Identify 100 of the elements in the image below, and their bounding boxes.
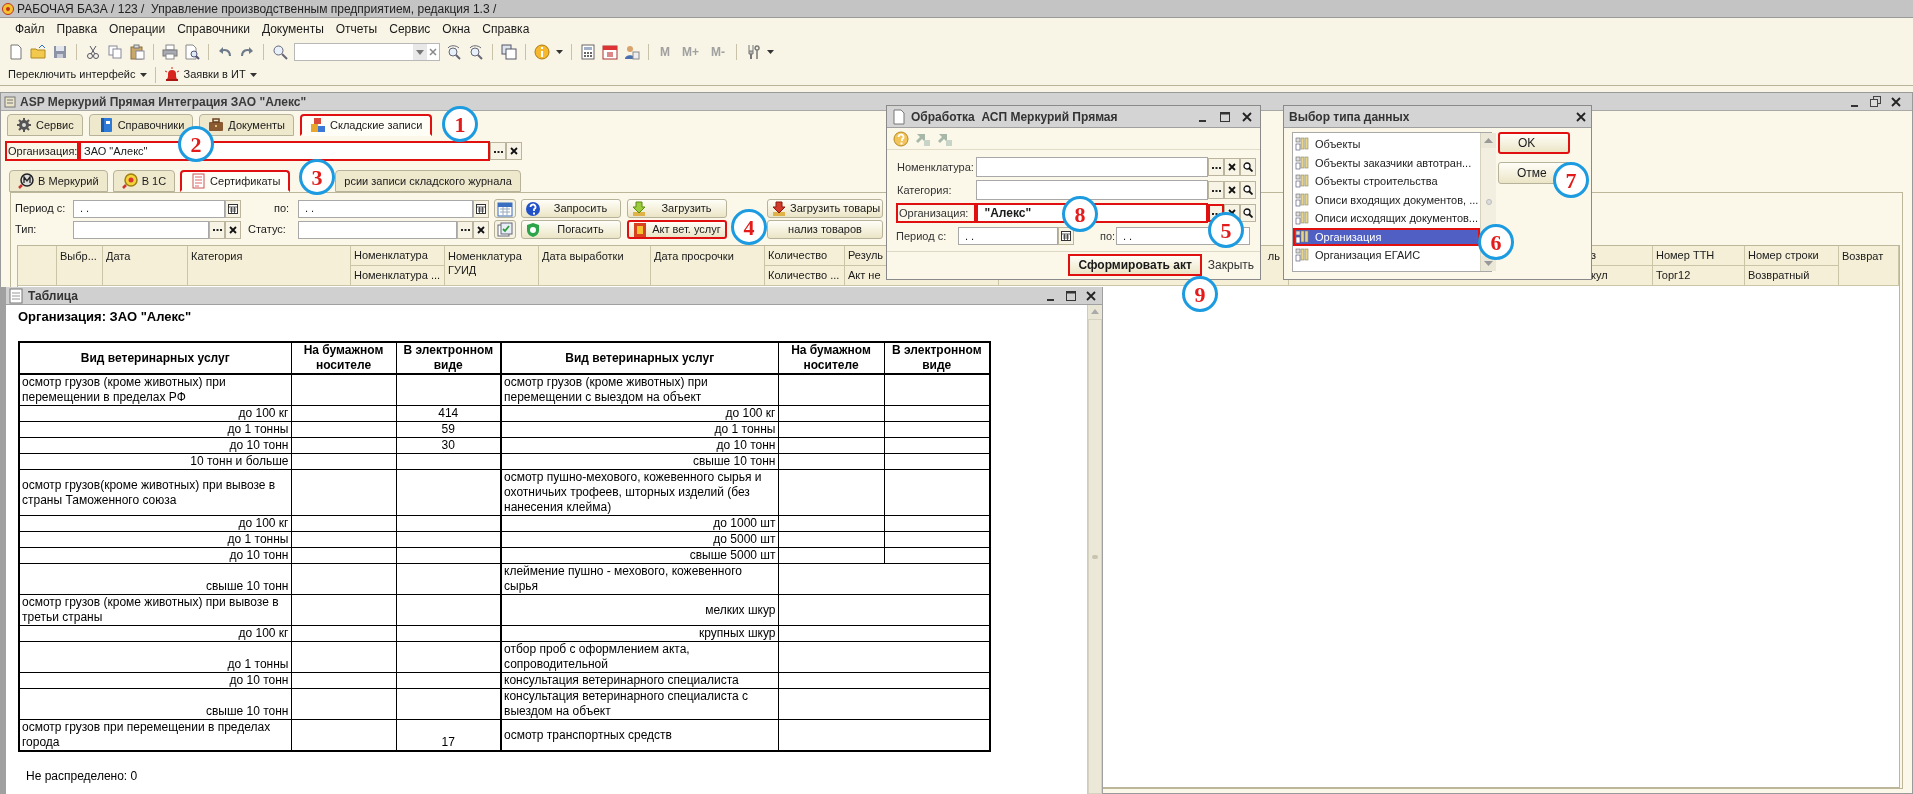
- column-header[interactable]: Количество: [765, 246, 845, 266]
- restore-icon[interactable]: [1870, 96, 1881, 107]
- caret-icon[interactable]: [767, 50, 774, 54]
- menu-item[interactable]: Окна: [441, 20, 472, 38]
- toolbar-button[interactable]: Погасить: [521, 220, 621, 239]
- calendar-icon[interactable]: [602, 44, 618, 60]
- menu-item[interactable]: Отчеты: [334, 20, 379, 38]
- column-header[interactable]: Возвратный: [1745, 266, 1839, 286]
- open-folder-icon[interactable]: [30, 44, 46, 60]
- menu-item[interactable]: Файл: [14, 20, 46, 38]
- column-header[interactable]: Дата: [103, 246, 188, 286]
- column-header[interactable]: Категория: [188, 246, 351, 286]
- list-item[interactable]: Объекты строительства: [1293, 172, 1481, 191]
- choose-button[interactable]: [457, 220, 473, 239]
- column-header[interactable]: Выбр...: [57, 246, 103, 286]
- dialog-button[interactable]: OK: [1498, 132, 1570, 154]
- tab[interactable]: Сервис: [7, 114, 83, 136]
- list-item[interactable]: Организация ЕГАИС: [1293, 246, 1481, 265]
- dropdown-icon[interactable]: [413, 44, 427, 60]
- list-item[interactable]: Описи исходящих документов...: [1293, 209, 1481, 228]
- info-icon[interactable]: [534, 44, 550, 60]
- list-item[interactable]: Объекты заказчики автотран...: [1293, 153, 1481, 172]
- find-previous-icon[interactable]: [468, 44, 484, 60]
- input-field[interactable]: [976, 157, 1208, 177]
- column-header[interactable]: Торг12: [1653, 266, 1745, 286]
- close-icon[interactable]: [1576, 111, 1586, 122]
- date-field[interactable]: . .: [73, 199, 225, 218]
- search-button[interactable]: [1240, 158, 1256, 176]
- choose-button[interactable]: [1208, 181, 1224, 199]
- tab[interactable]: В 1С: [112, 170, 176, 192]
- column-header[interactable]: Дата выработки: [539, 246, 651, 286]
- calendar-button[interactable]: [1058, 227, 1074, 245]
- scroll-down-icon[interactable]: [1481, 256, 1497, 271]
- find-next-icon[interactable]: [446, 44, 462, 60]
- dialog-button[interactable]: Сформировать акт: [1068, 253, 1202, 276]
- date-field[interactable]: . .: [298, 199, 473, 218]
- toolbar-button[interactable]: Акт вет. услуг: [627, 220, 727, 239]
- tab[interactable]: Сертификаты: [180, 170, 291, 192]
- menu-item[interactable]: Операции: [108, 20, 167, 38]
- search-icon[interactable]: [272, 44, 288, 60]
- calendar-button[interactable]: [225, 199, 241, 218]
- choose-button[interactable]: [1208, 158, 1224, 176]
- dialog-button[interactable]: Закрыть: [1205, 253, 1256, 276]
- user-icon[interactable]: [624, 44, 640, 60]
- column-header[interactable]: Количество ...: [765, 266, 845, 286]
- toolbar-button[interactable]: Загрузить: [627, 199, 727, 218]
- clear-button[interactable]: [1224, 158, 1240, 176]
- checklist-button[interactable]: [494, 220, 516, 239]
- tools-icon[interactable]: [745, 44, 761, 60]
- column-header[interactable]: Номер строки: [1745, 246, 1839, 266]
- paste-icon[interactable]: [129, 44, 145, 60]
- new-document-icon[interactable]: [8, 44, 24, 60]
- column-header[interactable]: Номенклатура ГУИД: [445, 246, 539, 286]
- clear-button[interactable]: [1224, 181, 1240, 199]
- menu-item[interactable]: Правка: [55, 20, 99, 38]
- menu-item[interactable]: Справочники: [176, 20, 251, 38]
- search-button[interactable]: [1240, 204, 1256, 222]
- list-item[interactable]: Объекты: [1293, 135, 1481, 154]
- save-icon[interactable]: [52, 44, 68, 60]
- caret-icon[interactable]: [139, 72, 147, 77]
- close-icon[interactable]: [1242, 111, 1252, 122]
- column-header[interactable]: Номенклатура ...: [351, 266, 445, 286]
- choose-button[interactable]: [490, 142, 506, 160]
- menu-button[interactable]: Заявки в ИТ: [163, 66, 257, 83]
- input-field[interactable]: [976, 180, 1208, 200]
- column-header[interactable]: Дата просрочки: [651, 246, 765, 286]
- input-field[interactable]: [298, 220, 457, 239]
- clear-button[interactable]: [225, 220, 241, 239]
- scroll-up-icon[interactable]: [1481, 133, 1497, 148]
- tab[interactable]: Справочники: [88, 114, 194, 136]
- clear-icon[interactable]: [427, 46, 439, 58]
- column-header[interactable]: Возврат: [1839, 246, 1899, 286]
- list-item[interactable]: Описи входящих документов, ...: [1293, 190, 1481, 209]
- toolbar-button[interactable]: Запросить: [521, 199, 621, 218]
- menu-item[interactable]: Сервис: [388, 20, 432, 38]
- clear-button[interactable]: [506, 142, 522, 160]
- close-icon[interactable]: [1891, 96, 1901, 107]
- calculator-icon[interactable]: [580, 44, 596, 60]
- column-header[interactable]: Номер ТТН: [1653, 246, 1745, 266]
- cut-icon[interactable]: [85, 44, 101, 60]
- help-icon[interactable]: [893, 130, 909, 147]
- column-header[interactable]: Номенклатура: [351, 246, 445, 266]
- tab[interactable]: рсии записи складского журнала: [335, 170, 521, 192]
- caret-icon[interactable]: [556, 50, 563, 54]
- clear-button[interactable]: [473, 220, 489, 239]
- maximize-icon[interactable]: [1220, 111, 1230, 122]
- toolbar-button[interactable]: нализ товаров: [767, 220, 883, 239]
- tab[interactable]: Складские записи: [300, 114, 433, 136]
- choose-button[interactable]: [209, 220, 225, 239]
- list-item[interactable]: Организация: [1293, 227, 1481, 246]
- windows-icon[interactable]: [501, 44, 517, 60]
- maximize-icon[interactable]: [1066, 290, 1076, 301]
- input-field[interactable]: [73, 220, 209, 239]
- caret-icon[interactable]: [249, 72, 257, 77]
- search-button[interactable]: [1240, 181, 1256, 199]
- menu-item[interactable]: Документы: [260, 20, 325, 38]
- print-icon[interactable]: [162, 44, 178, 60]
- tab[interactable]: В Меркурий: [9, 170, 108, 192]
- print-preview-icon[interactable]: [184, 44, 200, 60]
- toolbar-button[interactable]: Загрузить товары: [767, 199, 883, 218]
